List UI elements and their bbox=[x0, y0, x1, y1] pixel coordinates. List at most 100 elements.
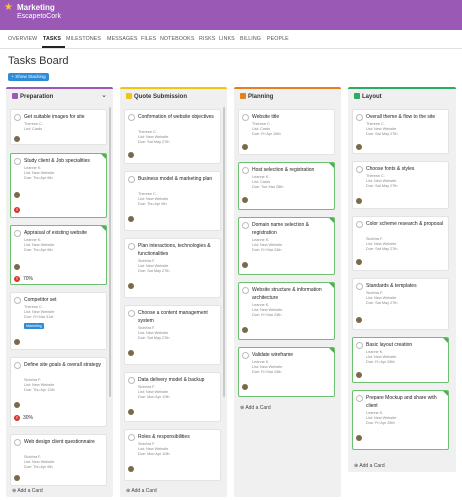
complete-checkbox[interactable] bbox=[14, 297, 21, 304]
card-title: Website structure & information architec… bbox=[252, 287, 322, 301]
task-card[interactable]: Standards & templates Siobhra F. List: N… bbox=[352, 278, 449, 330]
task-card[interactable]: Plan interactions, technologies & functi… bbox=[124, 238, 221, 298]
complete-checkbox[interactable] bbox=[356, 114, 363, 121]
task-card[interactable]: Competitor set Therese C. List: New Webs… bbox=[10, 292, 107, 350]
add-card-label: Add a Card bbox=[245, 405, 271, 411]
card-due-date: Due: Thu Apr 6th bbox=[138, 202, 167, 206]
tab-tasks[interactable]: TASKS bbox=[43, 36, 61, 42]
add-card-button[interactable]: ⊕ Add a Card bbox=[126, 488, 157, 494]
complete-checkbox[interactable] bbox=[242, 167, 249, 174]
card-title: Host selection & registration bbox=[252, 167, 315, 173]
task-card[interactable]: Prepare Mockup and share with client Lea… bbox=[352, 390, 449, 450]
complete-checkbox[interactable] bbox=[14, 114, 21, 121]
complete-checkbox[interactable] bbox=[128, 176, 135, 183]
project-title[interactable]: Marketing bbox=[17, 3, 55, 12]
card-due-date: Due: Fri Apr 28th bbox=[366, 421, 395, 425]
task-card[interactable]: Get suitable images for site Therese C. … bbox=[10, 109, 107, 145]
add-card-button[interactable]: ⊕ Add a Card bbox=[12, 488, 43, 494]
scrollbar[interactable] bbox=[223, 107, 225, 397]
task-card[interactable]: Study client & Job specialities Leanne K… bbox=[10, 153, 107, 218]
task-card[interactable]: Website structure & information architec… bbox=[238, 282, 335, 340]
complete-checkbox[interactable] bbox=[128, 310, 135, 317]
complete-checkbox[interactable] bbox=[14, 158, 21, 165]
complete-checkbox[interactable] bbox=[128, 243, 135, 250]
complete-checkbox[interactable] bbox=[242, 222, 249, 229]
tab-people[interactable]: PEOPLE bbox=[267, 36, 289, 42]
card-title: Roles & responsibilities bbox=[138, 434, 190, 440]
task-card[interactable]: Confirmation of website objectives There… bbox=[124, 109, 221, 164]
complete-checkbox[interactable] bbox=[14, 439, 21, 446]
tab-notebooks[interactable]: NOTEBOOKS bbox=[160, 36, 194, 42]
column-header[interactable]: Planning bbox=[240, 93, 273, 100]
task-card[interactable]: Choose a content management system Siobh… bbox=[124, 305, 221, 365]
complete-checkbox[interactable] bbox=[242, 114, 249, 121]
alert-icon: ! bbox=[14, 415, 20, 421]
card-due-date: Due: Thu Apr 6th bbox=[24, 465, 53, 469]
task-card[interactable]: Appraisal of existing website Leanne K. … bbox=[10, 225, 107, 285]
avatar bbox=[242, 384, 248, 390]
avatar bbox=[14, 402, 20, 408]
card-title: Website title bbox=[252, 114, 280, 120]
task-card[interactable]: Choose fonts & styles Therese C. List: N… bbox=[352, 161, 449, 209]
complete-checkbox[interactable] bbox=[128, 434, 135, 441]
alert-icon: ! bbox=[14, 276, 20, 282]
card-title: Confirmation of website objectives bbox=[138, 114, 214, 120]
tab-overview[interactable]: OVERVIEW bbox=[8, 36, 37, 42]
avatar bbox=[128, 409, 134, 415]
complete-checkbox[interactable] bbox=[356, 283, 363, 290]
task-card[interactable]: Domain name selection & registration Lea… bbox=[238, 217, 335, 275]
complete-checkbox[interactable] bbox=[242, 287, 249, 294]
complete-checkbox[interactable] bbox=[356, 395, 363, 402]
card-due-date: Due: Sat May 27th bbox=[138, 336, 170, 340]
avatar bbox=[242, 197, 248, 203]
tab-milestones[interactable]: MILESTONES bbox=[66, 36, 101, 42]
complete-checkbox[interactable] bbox=[356, 166, 363, 173]
complete-checkbox[interactable] bbox=[14, 230, 21, 237]
complete-checkbox[interactable] bbox=[356, 221, 363, 228]
tab-files[interactable]: FILES bbox=[141, 36, 156, 42]
card-title: Data delivery model & backup bbox=[138, 377, 205, 383]
tag-badge[interactable]: Marketing bbox=[24, 323, 44, 329]
complete-checkbox[interactable] bbox=[356, 342, 363, 349]
tab-risks[interactable]: RISKS bbox=[199, 36, 215, 42]
avatar bbox=[14, 264, 20, 270]
card-title: Validate wireframe bbox=[252, 352, 294, 358]
tab-billing[interactable]: BILLING bbox=[240, 36, 261, 42]
card-due-date: Due: Sat May 27th bbox=[138, 140, 170, 144]
complete-checkbox[interactable] bbox=[128, 377, 135, 384]
column-header[interactable]: Quote Submission bbox=[126, 93, 187, 100]
task-card[interactable]: Basic layout creation Leanne K. List: Ne… bbox=[352, 337, 449, 383]
scrollbar[interactable] bbox=[109, 107, 111, 397]
project-subtitle: EscapetoCork bbox=[17, 13, 61, 20]
card-due-date: Due: Thu Apr 6th bbox=[24, 176, 53, 180]
tab-messages[interactable]: MESSAGES bbox=[107, 36, 138, 42]
add-card-button[interactable]: ⊕ Add a Card bbox=[354, 463, 385, 469]
task-card[interactable]: Validate wireframe Leanne K. List: New W… bbox=[238, 347, 335, 397]
task-card[interactable]: Website title Therese C. List: Cards Due… bbox=[238, 109, 335, 155]
alert-icon: ! bbox=[14, 207, 20, 213]
column-header[interactable]: Preparation bbox=[12, 93, 53, 100]
task-card[interactable]: Roles & responsibilities Siobhra F. List… bbox=[124, 429, 221, 481]
card-title: Choose fonts & styles bbox=[366, 166, 415, 172]
tab-links[interactable]: LINKS bbox=[219, 36, 235, 42]
task-card[interactable]: Business model & marketing plan Therese … bbox=[124, 171, 221, 231]
task-card[interactable]: Data delivery model & backup Siobhra F. … bbox=[124, 372, 221, 422]
add-card-button[interactable]: ⊕ Add a Card bbox=[240, 405, 271, 411]
card-due-date: Due: Fri Mar 24th bbox=[252, 313, 282, 317]
task-card[interactable]: Define site goals & overall strategy Sio… bbox=[10, 357, 107, 427]
complete-checkbox[interactable] bbox=[128, 114, 135, 121]
task-card[interactable]: Overall theme & flow to the site Therese… bbox=[352, 109, 449, 154]
active-tab-indicator bbox=[42, 46, 65, 48]
task-card[interactable]: Host selection & registration Leanne K. … bbox=[238, 162, 335, 210]
complete-checkbox[interactable] bbox=[242, 352, 249, 359]
avatar bbox=[356, 259, 362, 265]
star-icon[interactable]: ★ bbox=[4, 3, 13, 13]
column-header[interactable]: Layout bbox=[354, 93, 382, 100]
task-card[interactable]: Color scheme research & proposal Siobhra… bbox=[352, 216, 449, 271]
chevron-down-icon[interactable]: ⌄ bbox=[101, 91, 107, 99]
task-card[interactable]: Web design client questionnaire Siobhra … bbox=[10, 434, 107, 486]
card-due-date: Due: Fri Mar 24th bbox=[252, 248, 282, 252]
show-stacking-button[interactable]: + Show Stacking bbox=[8, 73, 49, 81]
avatar bbox=[14, 475, 20, 481]
complete-checkbox[interactable] bbox=[14, 362, 21, 369]
